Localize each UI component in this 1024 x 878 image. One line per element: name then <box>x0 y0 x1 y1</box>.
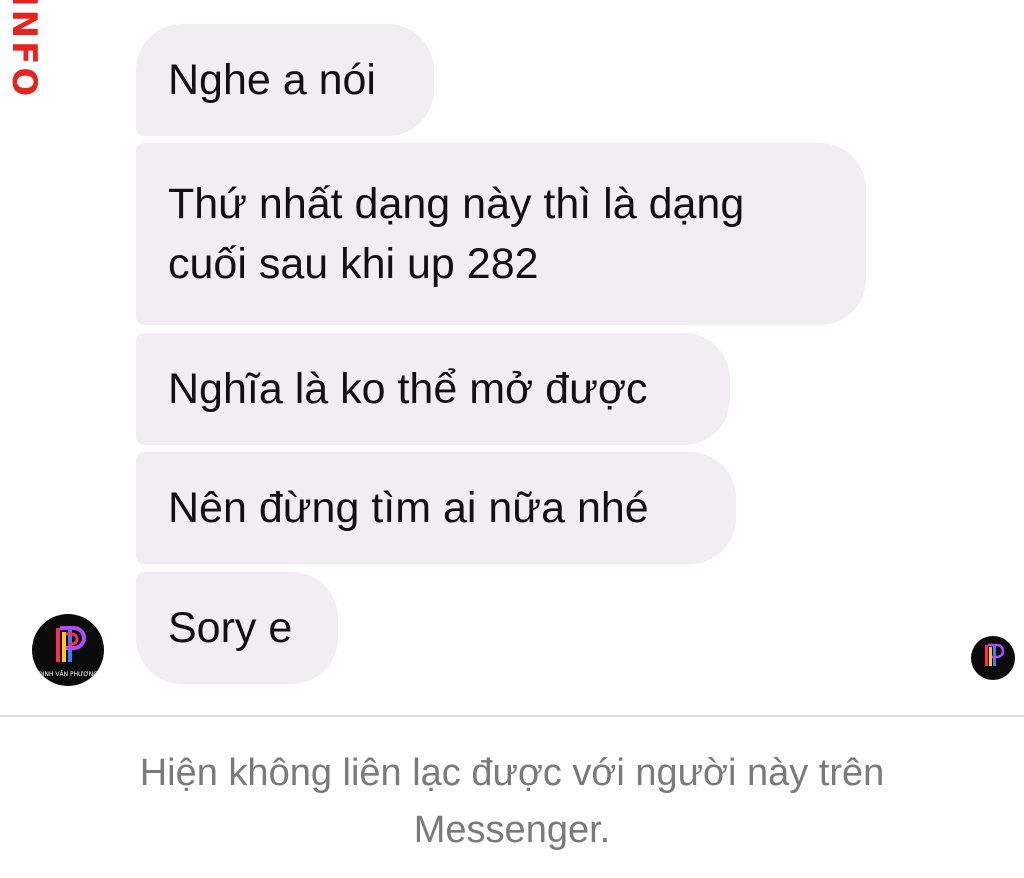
watermark-text: INFO <box>10 0 44 100</box>
divider <box>0 715 1024 717</box>
watermark: INFO <box>10 0 50 100</box>
logo-p-icon: ĐINH VĂN PHƯƠNG <box>38 626 98 678</box>
unavailable-notice: Hiện không liên lạc được với người này t… <box>139 752 885 851</box>
message-text: Thứ nhất dạng này thì là dạng cuối sau k… <box>168 180 745 288</box>
message-bubble[interactable]: Nghĩa là ko thể mở được <box>136 333 730 445</box>
message-bubble[interactable]: Sory e <box>136 572 338 684</box>
message-text: Nghe a nói <box>168 56 376 104</box>
message-text: Nghĩa là ko thể mở được <box>168 365 648 413</box>
seen-avatar <box>971 636 1015 680</box>
message-bubble[interactable]: Nên đừng tìm ai nữa nhé <box>136 452 736 564</box>
message-text: Nên đừng tìm ai nữa nhé <box>168 484 649 532</box>
message-bubble[interactable]: Nghe a nói <box>136 24 434 136</box>
avatar[interactable]: ĐINH VĂN PHƯƠNG <box>32 614 104 686</box>
message-bubble[interactable]: Thứ nhất dạng này thì là dạng cuối sau k… <box>136 143 866 325</box>
avatar-caption: ĐINH VĂN PHƯƠNG <box>38 671 98 678</box>
message-text: Sory e <box>168 604 293 652</box>
logo-p-icon <box>985 643 1005 666</box>
